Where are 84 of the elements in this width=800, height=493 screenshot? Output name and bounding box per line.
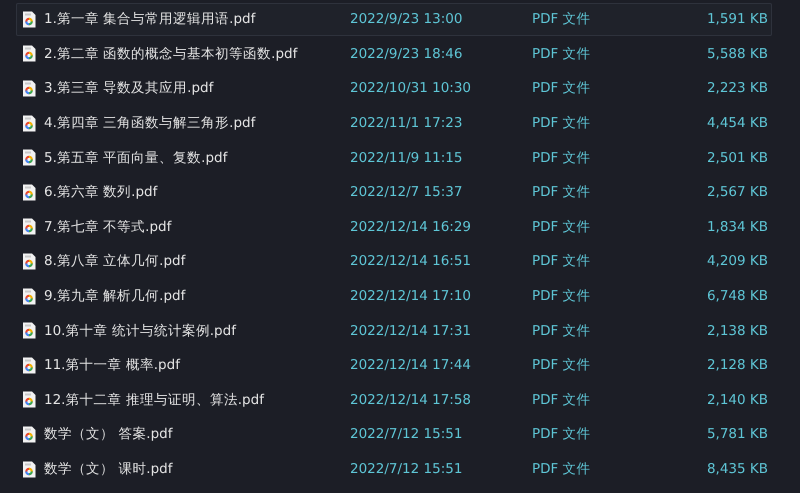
- file-type: PDF 文件: [532, 183, 592, 202]
- file-size: 2,567 KB: [706, 184, 768, 200]
- file-type: PDF 文件: [532, 10, 592, 28]
- modified-date: 2022/12/14 17:10: [350, 288, 472, 304]
- modified-date: 2022/12/14 17:58: [350, 392, 472, 408]
- pdf-file-icon: [22, 391, 36, 408]
- file-row[interactable]: 3.第三章 导数及其应用.pdf 2022/10/31 10:30 PDF 文件 2,223 KB: [16, 72, 772, 105]
- pdf-file-icon: [22, 45, 36, 62]
- file-row[interactable]: 12.第十二章 推理与证明、算法.pdf 2022/12/14 17:58 PDF 文件 2,140 KB: [16, 384, 772, 416]
- modified-date: 2022/11/9 11:15: [350, 150, 464, 166]
- file-type: PDF 文件: [532, 287, 592, 306]
- pdf-file-icon: [22, 460, 36, 478]
- file-row[interactable]: 6.第六章 数列.pdf 2022/12/7 15:37 PDF 文件 2,567 KB: [16, 176, 772, 209]
- file-size: 4,454 KB: [706, 115, 768, 132]
- pdf-file-icon: [22, 288, 36, 305]
- modified-date: 2022/9/23 13:00: [350, 11, 464, 28]
- file-row[interactable]: 11.第十一章 概率.pdf 2022/12/14 17:44 PDF 文件 2,128 KB: [16, 348, 772, 382]
- modified-date: 2022/11/1 17:23: [350, 115, 464, 132]
- file-size: 6,748 KB: [706, 288, 768, 304]
- pdf-file-icon: [22, 10, 36, 28]
- modified-date: 2022/10/31 10:30: [350, 80, 472, 96]
- pdf-file-icon: [22, 114, 36, 132]
- pdf-file-icon: [22, 80, 36, 97]
- file-type: PDF 文件: [532, 218, 592, 236]
- file-name: 1.第一章 集合与常用逻辑用语.pdf: [44, 10, 257, 28]
- file-name: 数学（文） 答案.pdf: [44, 425, 174, 444]
- pdf-file-icon: [22, 322, 36, 340]
- file-name: 数学（文） 课时.pdf: [44, 460, 174, 478]
- file-size: 2,223 KB: [706, 80, 768, 96]
- file-name: 11.第十一章 概率.pdf: [44, 356, 182, 374]
- file-row[interactable]: 5.第五章 平面向量、复数.pdf 2022/11/9 11:15 PDF 文件 2,501 KB: [16, 141, 772, 174]
- file-name: 8.第八章 立体几何.pdf: [44, 252, 187, 270]
- file-type: PDF 文件: [532, 252, 592, 270]
- file-name: 3.第三章 导数及其应用.pdf: [44, 79, 215, 98]
- file-type: PDF 文件: [532, 425, 592, 444]
- file-type: PDF 文件: [532, 356, 592, 374]
- file-row[interactable]: 10.第十章 统计与统计案例.pdf 2022/12/14 17:31 PDF 文件 2,138 KB: [16, 314, 772, 347]
- file-name: 9.第九章 解析几何.pdf: [44, 287, 187, 306]
- file-name: 10.第十章 统计与统计案例.pdf: [44, 322, 238, 340]
- file-type: PDF 文件: [532, 322, 592, 340]
- modified-date: 2022/12/14 17:31: [350, 322, 472, 339]
- modified-date: 2022/12/7 15:37: [350, 184, 464, 200]
- file-name: 2.第二章 函数的概念与基本初等函数.pdf: [44, 44, 299, 63]
- modified-date: 2022/7/12 15:51: [350, 426, 464, 442]
- file-size: 2,501 KB: [706, 150, 768, 166]
- pdf-file-icon: [22, 356, 36, 374]
- file-row[interactable]: 2.第二章 函数的概念与基本初等函数.pdf 2022/9/23 18:46 PDF 文件 5,588 KB: [16, 38, 772, 70]
- file-name: 4.第四章 三角函数与解三角形.pdf: [44, 114, 257, 132]
- file-row[interactable]: 9.第九章 解析几何.pdf 2022/12/14 17:10 PDF 文件 6,748 KB: [16, 280, 772, 312]
- file-name: 12.第十二章 推理与证明、算法.pdf: [44, 390, 266, 409]
- file-type: PDF 文件: [532, 390, 592, 409]
- file-size: 8,435 KB: [706, 461, 768, 478]
- file-size: 5,588 KB: [706, 46, 768, 62]
- file-size: 5,781 KB: [706, 426, 768, 442]
- file-name: 5.第五章 平面向量、复数.pdf: [44, 148, 229, 167]
- file-row[interactable]: 数学（文） 课时.pdf 2022/7/12 15:51 PDF 文件 8,435 KB: [16, 452, 772, 486]
- pdf-file-icon: [22, 252, 36, 270]
- pdf-file-icon: [22, 184, 36, 201]
- file-size: 1,591 KB: [706, 11, 768, 28]
- modified-date: 2022/12/14 16:51: [350, 253, 472, 270]
- modified-date: 2022/12/14 16:29: [350, 218, 472, 235]
- file-row[interactable]: 7.第七章 不等式.pdf 2022/12/14 16:29 PDF 文件 1,834 KB: [16, 210, 772, 244]
- file-row[interactable]: 数学（文） 答案.pdf 2022/7/12 15:51 PDF 文件 5,781 KB: [16, 418, 772, 451]
- file-type: PDF 文件: [532, 79, 592, 98]
- file-size: 4,209 KB: [706, 253, 768, 270]
- modified-date: 2022/12/14 17:44: [350, 357, 472, 374]
- file-row[interactable]: 8.第八章 立体几何.pdf 2022/12/14 16:51 PDF 文件 4,209 KB: [16, 245, 772, 278]
- file-row[interactable]: 4.第四章 三角函数与解三角形.pdf 2022/11/1 17:23 PDF 文件 4,454 KB: [16, 106, 772, 140]
- file-row-focused[interactable]: 1.第一章 集合与常用逻辑用语.pdf 2022/9/23 13:00 PDF 文件 1,591 KB: [16, 3, 772, 36]
- modified-date: 2022/9/23 18:46: [350, 46, 464, 62]
- file-type: PDF 文件: [532, 44, 592, 63]
- file-size: 2,138 KB: [706, 322, 768, 339]
- file-type: PDF 文件: [532, 114, 592, 132]
- pdf-file-icon: [22, 426, 36, 443]
- file-name: 7.第七章 不等式.pdf: [44, 218, 173, 236]
- pdf-file-icon: [22, 218, 36, 236]
- file-size: 2,140 KB: [706, 392, 768, 408]
- file-size: 1,834 KB: [706, 218, 768, 235]
- file-type: PDF 文件: [532, 460, 592, 478]
- file-size: 2,128 KB: [706, 357, 768, 374]
- pdf-file-icon: [22, 149, 36, 166]
- file-name: 6.第六章 数列.pdf: [44, 183, 159, 202]
- modified-date: 2022/7/12 15:51: [350, 461, 464, 478]
- file-type: PDF 文件: [532, 148, 592, 167]
